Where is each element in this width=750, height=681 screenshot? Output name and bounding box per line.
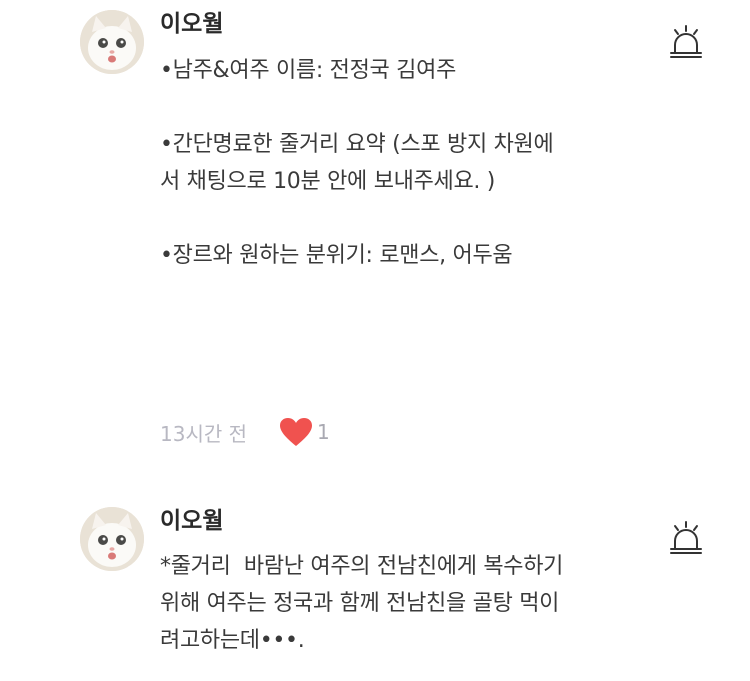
like-count: 1	[317, 420, 330, 444]
comment-item: 이오월 *줄거리 바람난 여주의 전남친에게 복수하기 위해 여주는 정국과 함…	[0, 500, 750, 681]
heart-icon	[280, 418, 313, 446]
like-button[interactable]: 1	[279, 417, 330, 447]
avatar[interactable]	[80, 507, 144, 571]
siren-icon	[670, 25, 702, 58]
comment-meta: 13시간 전 1	[160, 417, 330, 447]
comment-body: *줄거리 바람난 여주의 전남친에게 복수하기 위해 여주는 정국과 함께 전남…	[160, 554, 564, 653]
timestamp: 13시간 전	[160, 421, 248, 446]
username[interactable]: 이오월	[160, 10, 223, 38]
report-button[interactable]	[666, 24, 706, 64]
comment-body: •남주&여주 이름: 전정국 김여주 •간단명료한 줄거리 요약 (스포 방지 …	[160, 58, 554, 268]
report-button[interactable]	[666, 520, 706, 560]
username[interactable]: 이오월	[160, 507, 223, 535]
avatar[interactable]	[80, 10, 144, 74]
siren-icon	[670, 521, 702, 554]
comment-item: 이오월 •남주&여주 이름: 전정국 김여주 •간단명료한 줄거리 요약 (스포…	[0, 0, 750, 470]
